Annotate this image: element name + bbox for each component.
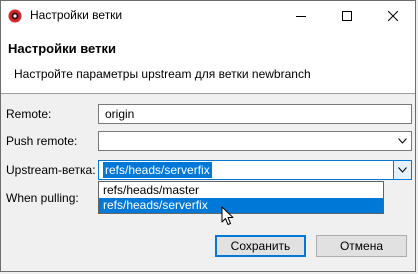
close-icon	[388, 11, 398, 21]
git-app-icon	[8, 9, 22, 23]
remote-label: Remote:	[6, 107, 52, 121]
dropdown-option-master[interactable]: refs/heads/master	[99, 183, 383, 198]
chevron-down-icon	[398, 167, 407, 173]
remote-field[interactable]: origin	[98, 104, 412, 124]
header-description: Настройте параметры upstream для ветки n…	[14, 67, 311, 81]
header-divider	[1, 93, 415, 94]
header-title: Настройки ветки	[8, 41, 116, 56]
when-pulling-label: When pulling:	[6, 191, 79, 205]
push-remote-dropdown-button[interactable]	[394, 132, 411, 150]
upstream-dropdown-list: refs/heads/master refs/heads/serverfix	[98, 181, 384, 214]
mouse-cursor-icon	[221, 206, 234, 225]
push-remote-combobox[interactable]	[98, 131, 412, 151]
upstream-combobox[interactable]: refs/heads/serverfix	[98, 160, 412, 180]
cancel-button[interactable]: Отмена	[316, 235, 407, 257]
push-remote-label: Push remote:	[6, 134, 78, 148]
maximize-icon	[342, 11, 352, 21]
maximize-button[interactable]	[324, 1, 370, 31]
upstream-dropdown-button[interactable]	[393, 161, 411, 179]
minimize-icon	[296, 16, 306, 17]
dropdown-option-serverfix[interactable]: refs/heads/serverfix	[99, 198, 383, 213]
upstream-label: Upstream-ветка:	[6, 163, 96, 177]
window-title: Настройки ветки	[30, 8, 123, 22]
upstream-value: refs/heads/serverfix	[103, 162, 212, 178]
chevron-down-icon	[398, 138, 407, 144]
remote-value: origin	[105, 107, 135, 121]
save-button[interactable]: Сохранить	[215, 235, 306, 257]
close-button[interactable]	[370, 1, 416, 31]
minimize-button[interactable]	[278, 1, 324, 31]
